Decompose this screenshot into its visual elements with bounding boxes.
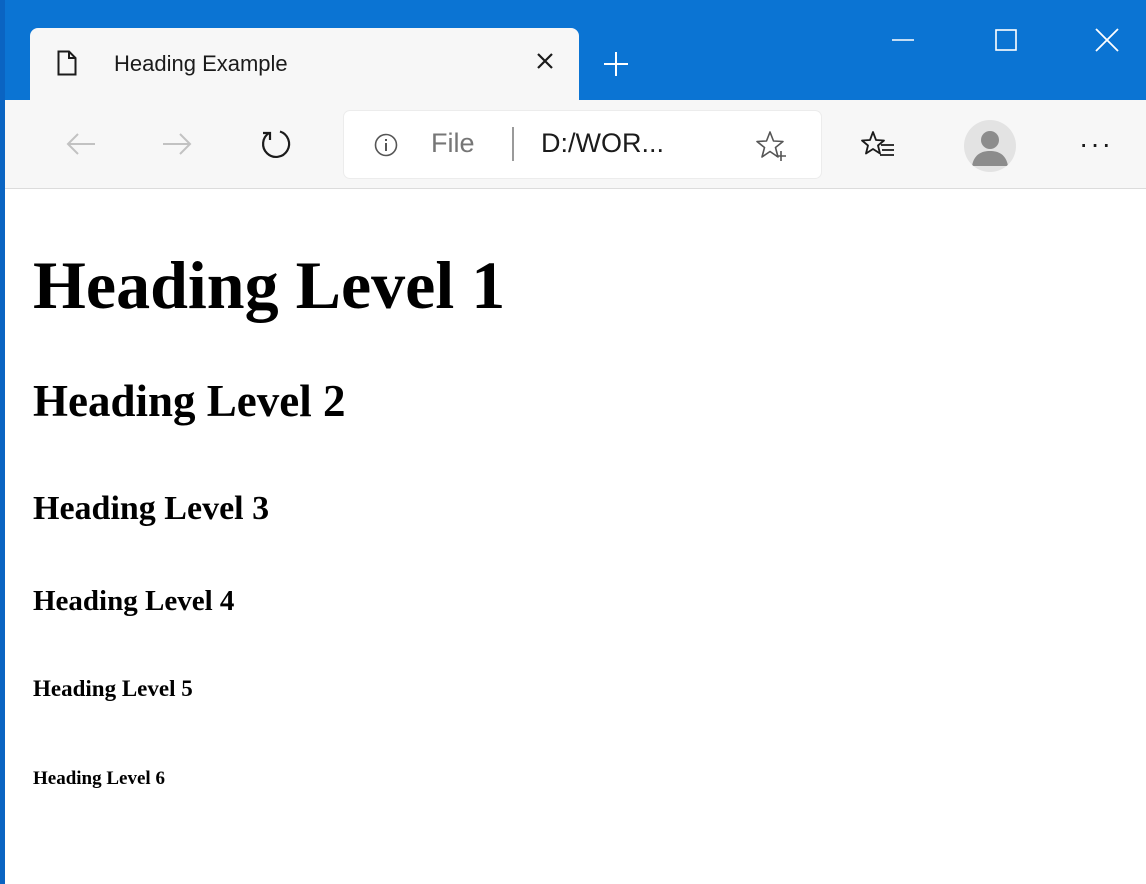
address-divider	[512, 127, 514, 161]
heading-level-3: Heading Level 3	[33, 490, 270, 527]
url-scheme: File	[431, 128, 475, 158]
tab-title: Heading Example	[114, 51, 288, 76]
favorites-list-icon[interactable]	[860, 128, 896, 164]
title-bar: Heading Example	[0, 0, 1146, 100]
refresh-icon[interactable]	[252, 120, 300, 168]
heading-level-5: Heading Level 5	[33, 676, 193, 701]
page-icon	[57, 50, 77, 76]
more-icon[interactable]: ···	[1074, 122, 1118, 166]
heading-level-6: Heading Level 6	[33, 768, 165, 789]
back-arrow-icon[interactable]	[57, 120, 105, 168]
tab-heading-example[interactable]: Heading Example	[30, 28, 579, 100]
window-border	[0, 0, 5, 884]
toolbar: File D:/WOR... ···	[0, 100, 1146, 189]
heading-level-1: Heading Level 1	[33, 247, 506, 323]
heading-level-2: Heading Level 2	[33, 376, 346, 426]
address-bar[interactable]: File D:/WOR...	[344, 111, 821, 178]
heading-level-4: Heading Level 4	[33, 585, 235, 617]
maximize-button[interactable]	[977, 16, 1035, 64]
close-icon[interactable]	[528, 44, 562, 78]
url-text[interactable]: D:/WOR...	[541, 128, 664, 159]
minimize-button[interactable]	[874, 16, 932, 64]
forward-arrow-icon[interactable]	[153, 120, 201, 168]
window-close-button[interactable]	[1078, 16, 1136, 64]
browser-window: Heading Example File D:/WOR... ··· Headi…	[0, 0, 1146, 884]
avatar-icon[interactable]	[964, 120, 1016, 172]
plus-icon[interactable]	[596, 44, 636, 84]
star-plus-icon[interactable]	[755, 129, 789, 163]
info-icon[interactable]	[374, 133, 398, 157]
